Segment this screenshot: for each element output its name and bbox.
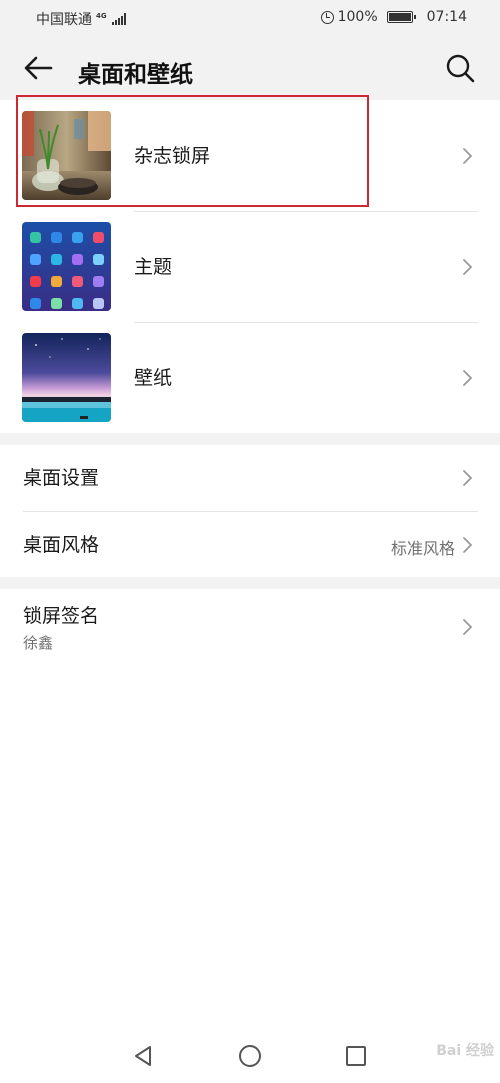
battery-icon (386, 11, 416, 23)
desktop-style-value: 标准风格 (390, 539, 455, 558)
chevron-right-icon (463, 370, 472, 386)
search-button[interactable] (442, 50, 478, 86)
list-item-desktop-style[interactable]: 桌面风格 标准风格 (0, 511, 500, 577)
list-item-desktop-settings[interactable]: 桌面设置 (0, 445, 500, 511)
section-gap (0, 577, 500, 589)
navigation-bar: Bai 经验 (0, 1030, 500, 1083)
alarm-icon (320, 10, 334, 24)
magazine-lockscreen-label: 杂志锁屏 (134, 145, 211, 167)
page-title: 桌面和壁纸 (78, 62, 193, 88)
theme-label: 主题 (134, 256, 173, 278)
wallpaper-label: 壁纸 (134, 367, 173, 389)
desktop-style-label: 桌面风格 (23, 534, 100, 556)
back-button[interactable] (20, 50, 56, 86)
nav-back-button[interactable] (129, 1042, 157, 1070)
lockscreen-signature-label: 锁屏签名 (23, 605, 100, 627)
clock: 07:14 (426, 9, 467, 25)
status-right: 100% 07:14 (320, 9, 467, 25)
magazine-lockscreen-thumbnail (22, 111, 111, 200)
square-recents-icon (346, 1046, 366, 1066)
list-item-theme[interactable]: 主题 (0, 211, 500, 322)
lockscreen-signature-value: 徐鑫 (23, 634, 54, 652)
network-type: 4G (96, 12, 107, 20)
nav-recents-button[interactable] (342, 1042, 370, 1070)
theme-thumbnail (22, 222, 111, 311)
chevron-right-icon (463, 470, 472, 486)
status-left: 中国联通 4G (36, 9, 126, 29)
chevron-right-icon (463, 148, 472, 164)
carrier-name: 中国联通 (36, 12, 92, 28)
watermark: Bai 经验 (436, 1043, 494, 1059)
arrow-left-icon (24, 56, 53, 80)
app-bar: 桌面和壁纸 (0, 36, 500, 100)
status-bar: 中国联通 4G 100% 07:14 (0, 0, 500, 36)
nav-home-button[interactable] (236, 1042, 264, 1070)
list-item-lockscreen-signature[interactable]: 锁屏签名 徐鑫 (0, 589, 500, 665)
wallpaper-thumbnail (22, 333, 111, 422)
signal-icon (111, 13, 126, 25)
battery-percent: 100% (337, 9, 378, 25)
section-gap (0, 433, 500, 445)
circle-home-icon (239, 1045, 261, 1067)
battery-fill (388, 13, 411, 21)
search-icon (446, 54, 475, 83)
triangle-back-icon (135, 1046, 151, 1066)
chevron-right-icon (463, 619, 472, 635)
chevron-right-icon (463, 537, 472, 553)
list-item-wallpaper[interactable]: 壁纸 (0, 322, 500, 433)
list-item-magazine-lockscreen[interactable]: 杂志锁屏 (0, 100, 500, 211)
chevron-right-icon (463, 259, 472, 275)
desktop-settings-label: 桌面设置 (23, 467, 100, 489)
